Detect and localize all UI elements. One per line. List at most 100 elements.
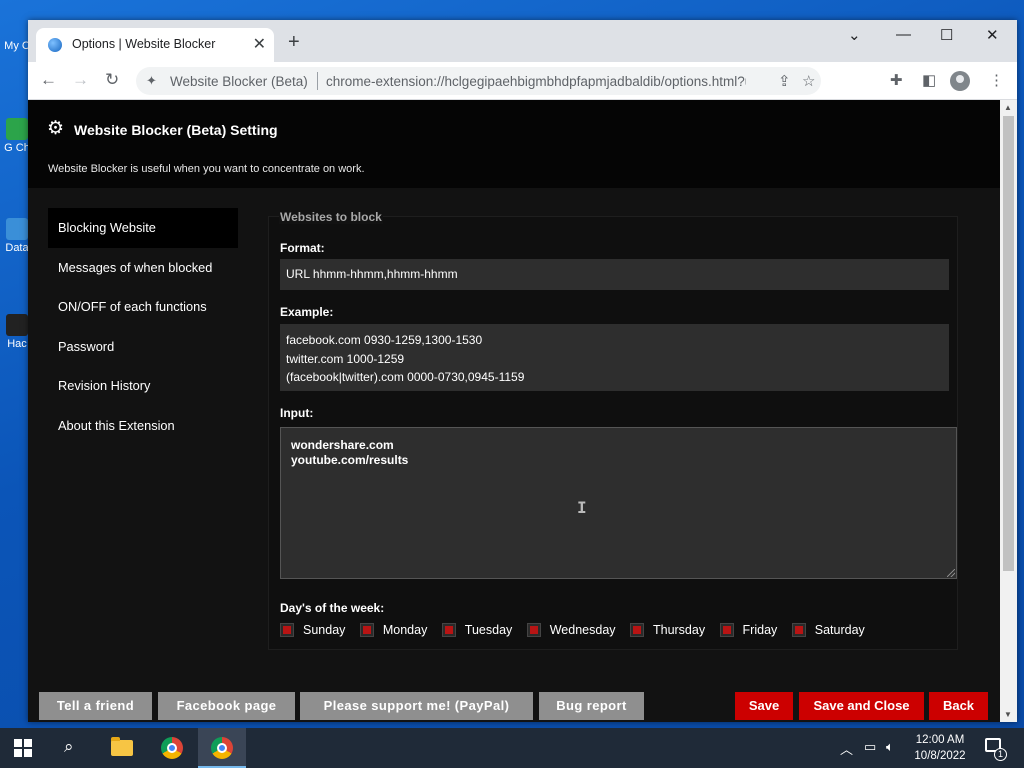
sidebar-item-blocking-website[interactable]: Blocking Website [48, 208, 238, 248]
sidebar-item-password[interactable]: Password [48, 327, 238, 367]
page-scrollbar[interactable]: ▲ ▼ [1000, 100, 1017, 722]
facebook-page-button[interactable]: Facebook page [158, 692, 295, 720]
address-bar[interactable]: ✦ Website Blocker (Beta) chrome-extensio… [136, 67, 821, 95]
day-checkbox[interactable] [791, 623, 806, 637]
day-label: Friday [742, 623, 778, 637]
example-box: facebook.com 0930-1259,1300-1530 twitter… [280, 324, 949, 391]
options-page: ⚙ Website Blocker (Beta) Setting Website… [28, 100, 1000, 722]
day-label: Monday [382, 623, 428, 637]
day-tuesday[interactable]: Tuesday [441, 621, 513, 639]
day-thursday[interactable]: Thursday [629, 621, 705, 639]
side-panel-icon[interactable]: ◧ [922, 71, 936, 89]
day-checkbox[interactable] [359, 623, 374, 637]
page-subtitle: Website Blocker is useful when you want … [48, 163, 365, 175]
sidebar-item-about[interactable]: About this Extension [48, 406, 238, 446]
gear-icon: ⚙ [47, 118, 65, 139]
day-label: Wednesday [549, 623, 616, 637]
share-icon[interactable]: ⇪ [778, 72, 791, 90]
tell-a-friend-button[interactable]: Tell a friend [39, 692, 152, 720]
new-tab-button[interactable]: + [288, 32, 300, 52]
extension-puzzle-icon: ✦ [146, 73, 157, 88]
example-line: (facebook|twitter).com 0000-0730,0945-11… [286, 370, 525, 384]
tab-options[interactable]: Options | Website Blocker ✕ [36, 28, 274, 62]
bookmark-star-icon[interactable]: ☆ [802, 72, 815, 90]
day-label: Sunday [303, 623, 346, 637]
tab-search-icon[interactable]: ⌄ [848, 26, 861, 44]
scroll-up-arrow-icon[interactable]: ▲ [1004, 103, 1012, 112]
chrome-profile-icon [211, 737, 233, 759]
tab-title: Options | Website Blocker [72, 37, 216, 51]
desktop-icon-label: Data [5, 242, 29, 254]
day-checkbox[interactable] [280, 623, 294, 637]
input-line: youtube.com/results [291, 453, 409, 467]
day-checkbox[interactable] [629, 623, 644, 637]
day-sunday[interactable]: Sunday [280, 621, 345, 639]
taskbar-clock[interactable]: 12:00 AM 10/8/2022 [906, 732, 974, 764]
close-tab-icon[interactable]: ✕ [253, 34, 266, 54]
day-monday[interactable]: Monday [359, 621, 428, 639]
days-of-week: Sunday Monday Tuesday Wednesday Thursday… [280, 621, 875, 641]
bug-report-button[interactable]: Bug report [539, 692, 644, 720]
example-line: twitter.com 1000-1259 [286, 351, 405, 366]
taskbar-chrome-profile-active[interactable] [198, 728, 246, 768]
desktop-icon-label: G Ch [4, 142, 30, 154]
folder-icon [111, 737, 133, 756]
show-hidden-icons-chevron-icon[interactable]: ︿ [840, 739, 853, 758]
maximize-icon[interactable]: ☐ [940, 26, 953, 44]
save-and-close-button[interactable]: Save and Close [799, 692, 924, 720]
sidebar-item-on-off[interactable]: ON/OFF of each functions [48, 287, 238, 327]
close-window-icon[interactable]: ✕ [986, 26, 999, 44]
taskbar-search-button[interactable]: ⌕ [48, 728, 96, 768]
desktop-icon-label: Hac [7, 338, 27, 350]
hac-shortcut-icon [6, 314, 28, 336]
format-value: URL hhmm-hhmm,hhmm-hhmm [280, 259, 949, 290]
example-line: facebook.com 0930-1259,1300-1530 [286, 333, 483, 347]
save-button[interactable]: Save [735, 692, 793, 720]
sidebar-item-revision-history[interactable]: Revision History [48, 366, 238, 406]
day-checkbox[interactable] [441, 623, 456, 637]
browser-toolbar: ← → ↻ ✦ Website Blocker (Beta) chrome-ex… [28, 62, 1017, 100]
address-url: chrome-extension://hclgegipaehbigmbhdpfa… [326, 74, 746, 89]
format-label: Format: [280, 241, 325, 255]
day-checkbox[interactable] [526, 623, 541, 637]
network-icon[interactable]: ▭ [864, 739, 876, 755]
day-saturday[interactable]: Saturday [791, 621, 865, 639]
windows-start-icon[interactable] [14, 739, 32, 757]
scroll-thumb[interactable] [1003, 116, 1014, 571]
clock-time: 12:00 AM [915, 734, 965, 746]
section-title: Websites to block [279, 210, 383, 224]
extensions-icon[interactable]: ✚ [890, 71, 903, 89]
taskbar-chrome[interactable] [148, 728, 196, 768]
tab-strip: Options | Website Blocker ✕ + ⌄ — ☐ ✕ [28, 20, 1017, 62]
settings-sidebar: Blocking Website Messages of when blocke… [48, 208, 238, 445]
menu-kebab-icon[interactable]: ⋮ [989, 71, 1004, 89]
sidebar-item-messages[interactable]: Messages of when blocked [48, 248, 238, 288]
block-list-textarea[interactable]: wondershare.com youtube.com/results I [280, 427, 957, 579]
profile-avatar-icon[interactable] [950, 71, 970, 91]
data-shortcut-icon [6, 218, 28, 240]
address-site-name: Website Blocker (Beta) [170, 74, 308, 89]
example-label: Example: [280, 305, 334, 319]
minimize-icon[interactable]: — [896, 26, 911, 43]
browser-window: Options | Website Blocker ✕ + ⌄ — ☐ ✕ ← … [28, 20, 1017, 722]
chrome-icon [161, 737, 183, 759]
chrome-shortcut-icon [6, 118, 28, 140]
websites-to-block-panel: Websites to block Format: URL hhmm-hhmm,… [268, 210, 958, 650]
back-arrow-icon[interactable]: ← [40, 70, 57, 90]
search-icon: ⌕ [64, 737, 74, 756]
day-label: Tuesday [464, 623, 513, 637]
desktop-icon-label: My C [4, 40, 30, 52]
scroll-down-arrow-icon[interactable]: ▼ [1004, 710, 1012, 719]
volume-icon[interactable]: 🔈︎ [886, 739, 894, 755]
day-friday[interactable]: Friday [719, 621, 778, 639]
day-checkbox[interactable] [719, 623, 734, 637]
back-button[interactable]: Back [929, 692, 988, 720]
paypal-support-button[interactable]: Please support me! (PayPal) [300, 692, 533, 720]
day-wednesday[interactable]: Wednesday [526, 621, 616, 639]
reload-icon[interactable]: ↻ [105, 70, 119, 90]
day-label: Saturday [814, 623, 865, 637]
resize-handle[interactable] [947, 569, 955, 577]
taskbar-file-explorer[interactable] [98, 728, 146, 768]
input-label: Input: [280, 406, 314, 420]
forward-arrow-icon[interactable]: → [72, 70, 89, 90]
